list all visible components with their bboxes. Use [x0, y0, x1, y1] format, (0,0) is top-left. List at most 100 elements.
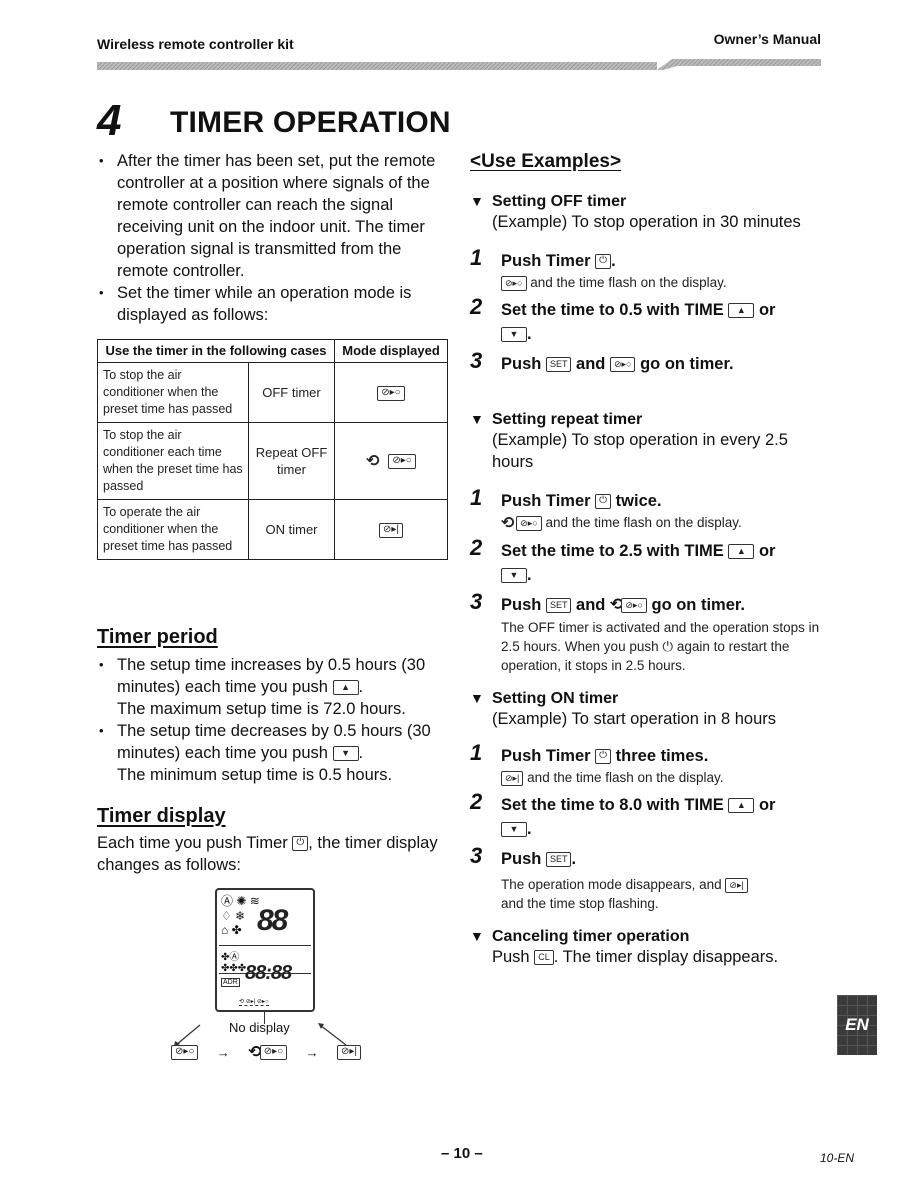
step-sub: ⊘▸○ and the time flash on the display. [501, 273, 830, 292]
on-timer-icon: ⊘▸| [379, 523, 403, 539]
period-text: The setup time increases by 0.5 hours (3… [117, 656, 426, 696]
step-number: 3 [470, 348, 483, 373]
on-timer-icon: ⊘▸| [725, 877, 748, 893]
step-text-part: or [758, 541, 776, 560]
repeat-icon: ⟲ [366, 453, 379, 471]
page-number: – 10 – [441, 1145, 483, 1162]
example-on-timer: ▼ Setting ON timer (Example) To start ope… [470, 690, 830, 913]
period-text: . [358, 744, 364, 762]
step-text-part: Push Timer [501, 747, 591, 765]
step-text-part: . [527, 820, 532, 838]
step-number: 2 [470, 789, 483, 814]
step: 3 Push SET and ⟲ ⊘▸○ go on timer. The OFF… [470, 589, 830, 675]
lcd-mode-icons: Ⓐ ✺ ≋ ♢ ❄ ⌂ ✤ [221, 894, 260, 937]
step-text-part: Push Timer [501, 252, 591, 270]
step-text-part: twice. [615, 492, 662, 510]
step-text-part: or [758, 301, 776, 319]
step: 1 Push Timer ⏻. ⊘▸○ and the time flash o… [470, 245, 830, 292]
lcd-fan-icons: ✤Ⓐ ✤✤✤ [221, 952, 247, 974]
example-title: ▼ Setting ON timer [470, 690, 830, 708]
step-text: Set the time to 2.5 with TIME ▲ or ▼. [501, 539, 830, 587]
step-sub: The OFF timer is activated and the opera… [501, 618, 830, 675]
example-off-timer: ▼ Setting OFF timer (Example) To stop ope… [470, 193, 830, 376]
timer-key-icon: ⏻ [595, 494, 612, 510]
step-text: Push SET and ⊘▸○ go on timer. [501, 352, 830, 376]
triangle-bullet-icon: ▼ [470, 193, 484, 209]
up-arrow-key-icon: ▲ [728, 544, 755, 560]
intro-section: After the timer has been set, put the re… [97, 150, 449, 326]
lcd-temperature: 88 [257, 904, 288, 937]
step-text-part: go on timer. [640, 355, 734, 373]
timer-display-heading: Timer display [97, 805, 226, 827]
example-title-text: Setting OFF timer [492, 193, 627, 210]
up-arrow-key-icon: ▲ [728, 303, 755, 319]
example-desc: (Example) To stop operation in every 2.5… [492, 431, 788, 471]
example-title: ▼ Setting OFF timer [470, 193, 830, 211]
step-text: Push Timer ⏻ twice. [501, 489, 830, 513]
example-desc: (Example) To start operation in 8 hours [492, 710, 777, 728]
step-text-part: Set the time to 2.5 with TIME [501, 541, 724, 560]
set-key-icon: SET [545, 598, 572, 614]
step-text-part: Push Timer [501, 492, 591, 510]
step-text: Push SET. [501, 847, 830, 871]
step-text-part: . [527, 325, 532, 343]
timer-display-text: Each time you push Timer ⏻, the timer di… [97, 832, 457, 876]
header-manual-title: Owner’s Manual [713, 31, 821, 47]
table-header-row: Use the timer in the following cases Mod… [97, 339, 448, 363]
table-cell-mode: ⟲ ⊘▸○ [334, 422, 448, 500]
step-number: 1 [470, 245, 483, 270]
table-cell-timer: ON timer [248, 499, 335, 560]
example-title: ▼ Canceling timer operation [470, 928, 830, 946]
period-text: The setup time decreases by 0.5 hours (3… [117, 722, 431, 762]
triangle-bullet-icon: ▼ [470, 411, 484, 427]
step-text-part: Set the time to 0.5 with TIME [501, 301, 724, 319]
intro-bullet: After the timer has been set, put the re… [97, 150, 449, 282]
step: 3 Push SET and ⊘▸○ go on timer. [470, 348, 830, 376]
off-timer-icon: ⊘▸○ [388, 454, 416, 470]
table-header-cases: Use the timer in the following cases [97, 339, 335, 363]
down-arrow-key-icon: ▼ [332, 746, 359, 762]
language-tab: EN [837, 995, 877, 1055]
step: 2 Set the time to 8.0 with TIME ▲ or ▼. [470, 789, 830, 841]
timer-period-list: The setup time increases by 0.5 hours (3… [97, 654, 457, 786]
step-text-part: . [611, 252, 616, 270]
timer-key-icon: ⏻ [595, 749, 612, 765]
off-timer-icon: ⊘▸○ [501, 275, 527, 291]
table-cell-case: To operate the air conditioner when the … [97, 499, 249, 560]
lcd-adr-label: ADR [221, 978, 240, 987]
power-icon: ⏻ [662, 638, 674, 654]
step: 3 Push SET. The operation mode disappear… [470, 843, 830, 913]
repeat-icon: ⟲ [609, 596, 623, 614]
off-timer-icon: ⊘▸○ [259, 1044, 288, 1060]
on-timer-icon: ⊘▸| [501, 770, 524, 786]
table-cell-case: To stop the air conditioner each time wh… [97, 422, 249, 500]
down-arrow-key-icon: ▼ [501, 822, 527, 838]
step-text: Push Timer ⏻ three times. [501, 744, 830, 768]
example-title-text: Setting repeat timer [492, 411, 643, 428]
lcd-display-diagram: Ⓐ ✺ ≋ ♢ ❄ ⌂ ✤ 88 ✤Ⓐ ✤✤✤ ADR 88:88 ⟲ ⊘▸| ⊘▸○ [215, 888, 315, 1012]
off-timer-icon: ⊘▸○ [621, 598, 647, 614]
arrow-right-icon: → [216, 1044, 230, 1060]
table-header-mode: Mode displayed [334, 339, 448, 363]
step-text-part: Set the time to 8.0 with TIME [501, 796, 724, 814]
example-repeat-timer: ▼ Setting repeat timer (Example) To stop … [470, 411, 830, 675]
timer-key-icon: ⏻ [292, 836, 309, 852]
intro-bullet: Set the timer while an operation mode is… [97, 282, 449, 326]
on-timer-icon: ⊘▸| [337, 1044, 361, 1060]
timer-period-item: The setup time increases by 0.5 hours (3… [97, 654, 457, 720]
step-text-part: or [758, 796, 776, 814]
table-cell-mode: ⊘▸| [334, 499, 448, 560]
lcd-timer-icons: ⟲ ⊘▸| ⊘▸○ [239, 999, 269, 1006]
step-text-part: . [527, 565, 532, 584]
step-number: 2 [470, 534, 483, 560]
chapter-title: TIMER OPERATION [170, 106, 451, 139]
down-arrow-key-icon: ▼ [501, 327, 527, 343]
step-number: 3 [470, 843, 483, 868]
example-desc-text: . The timer display disappears. [553, 948, 779, 966]
up-arrow-key-icon: ▲ [728, 798, 755, 814]
timer-period-heading: Timer period [97, 626, 218, 648]
repeat-off-timer-group: ⟲ ⊘▸○ [248, 1042, 288, 1062]
step-text: Push Timer ⏻. [501, 249, 830, 273]
repeat-icon: ⟲ [248, 1044, 261, 1061]
cl-key-icon: CL [534, 950, 554, 966]
